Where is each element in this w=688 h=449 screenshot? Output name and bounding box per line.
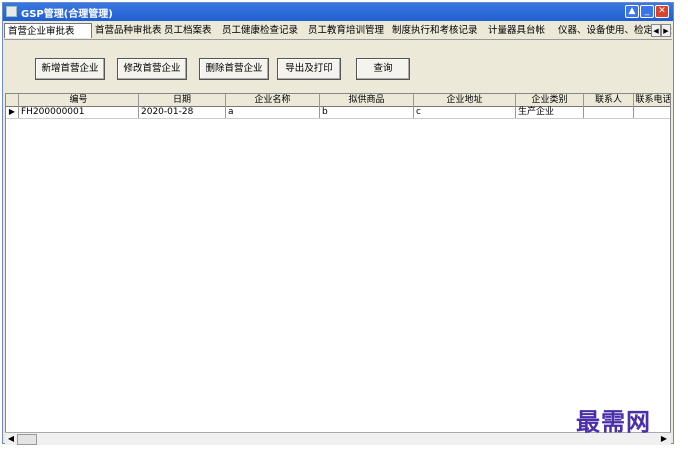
system-menu-icon[interactable] [6, 6, 17, 17]
tab-training[interactable]: 员工教育培训管理 [305, 23, 389, 38]
column-header[interactable]: 企业名称 [226, 94, 320, 106]
table-cell[interactable]: a [226, 106, 320, 118]
watermark: 最需网 [576, 407, 651, 436]
column-header[interactable]: 拟供商品 [320, 94, 414, 106]
window-title: GSP管理(合理管理) [21, 9, 113, 20]
table-cell[interactable]: 2020-01-28 [139, 106, 226, 118]
column-header[interactable]: 编号 [19, 94, 139, 106]
close-button[interactable]: ✕ [655, 5, 669, 18]
export-print-button[interactable]: 导出及打印 [277, 58, 341, 80]
column-header[interactable]: 联系电话 [634, 94, 670, 106]
column-header[interactable]: 联系人 [584, 94, 634, 106]
delete-supplier-button[interactable]: 删除首营企业 [199, 58, 269, 80]
table-cell[interactable]: 生产企业 [516, 106, 584, 118]
current-row-indicator-icon: ▶ [6, 106, 19, 118]
tab-measuring[interactable]: 计量器具台帐 [485, 23, 555, 38]
tab-strip: 首营企业审批表 首营品种审批表 员工档案表 员工健康检查记录 员工教育培训管理 … [4, 23, 672, 40]
tab-regulation[interactable]: 制度执行和考核记录 [389, 23, 485, 38]
table-cell[interactable]: b [320, 106, 414, 118]
column-header[interactable]: 企业地址 [414, 94, 516, 106]
app-window: GSP管理(合理管理) ▲ _ ✕ 首营企业审批表 首营品种审批表 员工档案表 … [2, 2, 674, 445]
table-cell[interactable]: c [414, 106, 516, 118]
table-row[interactable]: ▶ FH200000001 2020-01-28 a b c 生产企业 [6, 106, 670, 119]
toolbar: 新增首营企业 修改首营企业 删除首营企业 导出及打印 查询 [5, 41, 671, 93]
title-bar: GSP管理(合理管理) ▲ _ ✕ [3, 3, 673, 21]
add-supplier-button[interactable]: 新增首营企业 [35, 58, 105, 80]
minimize-button[interactable]: _ [640, 5, 654, 18]
scroll-left-icon[interactable]: ◀ [6, 434, 16, 444]
column-header[interactable]: 企业类别 [516, 94, 584, 106]
tab-employee-files[interactable]: 员工档案表 [161, 23, 219, 38]
table-cell[interactable]: FH200000001 [19, 106, 139, 118]
horizontal-scrollbar[interactable]: ◀ ▶ [5, 432, 671, 445]
tab-health-check[interactable]: 员工健康检查记录 [219, 23, 305, 38]
scroll-thumb[interactable] [17, 434, 37, 445]
tab-first-supplier[interactable]: 首营企业审批表 [4, 23, 92, 38]
table-cell[interactable] [634, 106, 670, 118]
scroll-right-icon[interactable]: ▶ [659, 434, 669, 444]
data-grid: 编号 日期 企业名称 拟供商品 企业地址 企业类别 联系人 联系电话 ▶ FH2… [5, 93, 671, 433]
tab-first-variety[interactable]: 首营品种审批表 [92, 23, 162, 38]
header-corner [6, 94, 19, 106]
tab-instruments[interactable]: 仪器、设备使用、检定记录 [555, 23, 672, 38]
tab-scroll-left-icon[interactable]: ◀ [651, 24, 661, 37]
edit-supplier-button[interactable]: 修改首营企业 [117, 58, 187, 80]
column-header[interactable]: 日期 [139, 94, 226, 106]
query-button[interactable]: 查询 [356, 58, 410, 80]
restore-button[interactable]: ▲ [625, 5, 639, 18]
tab-scroll-right-icon[interactable]: ▶ [661, 24, 671, 37]
table-cell[interactable] [584, 106, 634, 118]
